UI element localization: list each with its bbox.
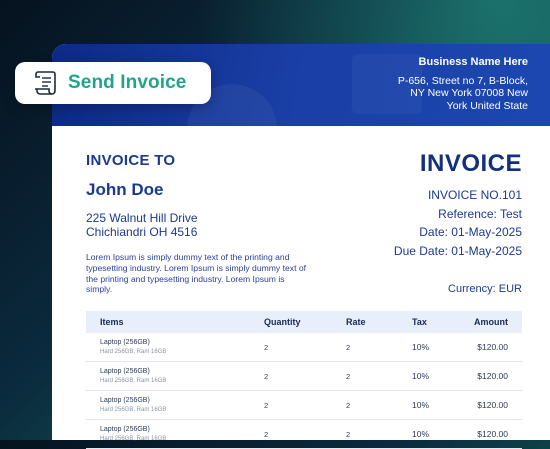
invoice-meta: INVOICE NO.101 Reference: Test Date: 01-… (394, 186, 522, 260)
item-description: Hard 256GB, Ram 16GB (100, 349, 167, 355)
table-row: Laptop (256GB) Hard 256GB, Ram 16GB 2 2 … (86, 361, 522, 391)
invoice-reference: Reference: Test (438, 206, 522, 221)
business-info: Business Name Here P-656, Street no 7, B… (308, 56, 528, 112)
invoice-currency: Currency: EUR (448, 283, 522, 295)
table-header-row: Items Quantity Rate Tax Amount (86, 311, 522, 333)
client-address: 225 Walnut Hill Drive Chichiandri OH 451… (86, 211, 198, 239)
quantity-cell: 2 (250, 361, 332, 391)
table-row: Laptop (256GB) Hard 256GB, Ram 16GB 2 2 … (86, 390, 522, 420)
item-cell: Laptop (256GB) Hard 256GB, Ram 16GB (86, 390, 250, 420)
item-name: Laptop (256GB) (100, 339, 150, 346)
business-name: Business Name Here (418, 56, 528, 68)
business-address-line: York United State (446, 99, 528, 112)
column-header-amount: Amount (462, 311, 522, 333)
item-description: Hard 256GB, Ram 16GB (100, 407, 167, 413)
item-name: Laptop (256GB) (100, 397, 150, 404)
invoice-number: INVOICE NO.101 (427, 188, 522, 202)
invoice-title: INVOICE (419, 150, 522, 177)
invoice-date: Date: 01-May-2025 (419, 225, 522, 239)
quantity-cell: 2 (250, 390, 332, 420)
invoice-due-date: Due Date: 01-May-2025 (393, 243, 522, 258)
send-invoice-label: Send Invoice (68, 72, 187, 93)
items-table: Items Quantity Rate Tax Amount Laptop (2… (86, 311, 522, 449)
tax-cell: 10% (398, 361, 462, 391)
quantity-cell: 2 (250, 419, 332, 449)
item-description: Hard 256GB, Ram 16GB (100, 436, 167, 442)
client-name: John Doe (86, 180, 164, 199)
document-scroll-icon (35, 71, 56, 95)
rate-cell: 2 (332, 390, 398, 420)
send-invoice-button[interactable]: Send Invoice (15, 62, 211, 104)
amount-cell: $120.00 (462, 333, 522, 362)
item-cell: Laptop (256GB) Hard 256GB, Ram 16GB (86, 419, 250, 449)
column-header-tax: Tax (398, 311, 462, 333)
table-row: Laptop (256GB) Hard 256GB, Ram 16GB 2 2 … (86, 419, 522, 449)
quantity-cell: 2 (250, 333, 332, 362)
item-name: Laptop (256GB) (100, 426, 150, 433)
amount-cell: $120.00 (462, 361, 522, 391)
client-address-line: Chichiandri OH 4516 (86, 225, 198, 239)
table-row: Laptop (256GB) Hard 256GB, Ram 16GB 2 2 … (86, 333, 522, 362)
item-cell: Laptop (256GB) Hard 256GB, Ram 16GB (86, 361, 250, 391)
rate-cell: 2 (332, 361, 398, 391)
column-header-items: Items (86, 311, 250, 333)
business-address-line: P-656, Street no 7, B-Block, (397, 74, 528, 87)
tax-cell: 10% (398, 419, 462, 449)
tax-cell: 10% (398, 390, 462, 420)
column-header-quantity: Quantity (250, 311, 332, 333)
rate-cell: 2 (332, 333, 398, 362)
business-address-line: NY New York 07008 New (410, 87, 528, 99)
amount-cell: $120.00 (462, 390, 522, 420)
column-header-rate: Rate (332, 311, 398, 333)
item-cell: Laptop (256GB) Hard 256GB, Ram 16GB (86, 333, 250, 362)
tax-cell: 10% (398, 333, 462, 362)
item-description: Hard 256GB, Ram 16GB (100, 378, 167, 384)
rate-cell: 2 (332, 419, 398, 449)
item-name: Laptop (256GB) (100, 368, 150, 375)
client-address-line: 225 Walnut Hill Drive (86, 211, 198, 225)
invoice-to-heading: INVOICE TO (86, 152, 176, 169)
invoice-note: Lorem Ipsum is simply dummy text of the … (86, 252, 307, 295)
amount-cell: $120.00 (462, 419, 522, 449)
